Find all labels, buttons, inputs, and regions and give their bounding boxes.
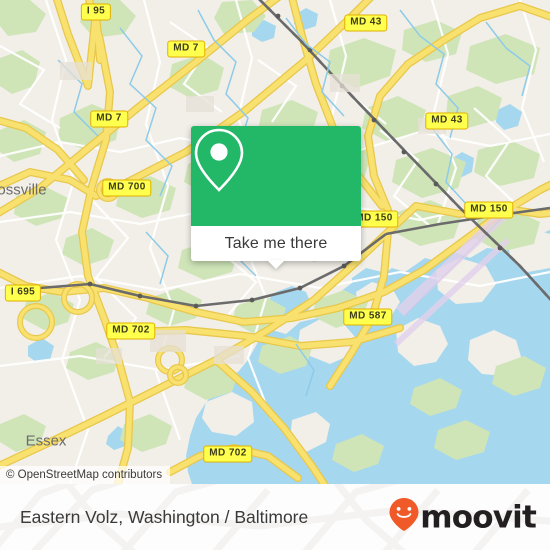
route-shield: MD 702	[203, 445, 253, 463]
popup-card-tail	[267, 260, 285, 269]
osm-attribution-text: © OpenStreetMap contributors	[6, 469, 163, 481]
place-label: Essex	[25, 432, 67, 450]
route-shield: MD 43	[425, 112, 469, 130]
route-shield: MD 7	[90, 110, 128, 128]
popup-card-footer[interactable]: Take me there	[191, 226, 361, 269]
popup-card-header	[191, 126, 361, 226]
route-shield: MD 587	[343, 308, 393, 326]
place-label: ossville	[0, 181, 47, 199]
page-title: Eastern Volz, Washington / Baltimore	[20, 506, 309, 527]
route-shield: MD 7	[167, 40, 205, 58]
take-me-there-button[interactable]: Take me there	[225, 235, 328, 253]
route-shield: I 695	[4, 284, 42, 302]
route-shield: MD 150	[464, 201, 514, 219]
route-shield: MD 700	[102, 179, 152, 197]
route-shield: I 95	[80, 3, 112, 21]
moovit-smiley-pin-icon	[389, 498, 419, 537]
route-shield: MD 43	[344, 14, 388, 32]
station-popup-card[interactable]: Take me there	[191, 126, 361, 269]
route-shield: MD 702	[106, 322, 156, 340]
moovit-wordmark: moovit	[420, 499, 537, 535]
footer-bar: Eastern Volz, Washington / Baltimore moo…	[0, 484, 550, 550]
moovit-logo[interactable]: moovit	[389, 498, 537, 537]
moovit-station-map-screen: I 95 MD 7 MD 43 MD 7 MD 43 MD 700 MD 150 MD 150…	[0, 0, 550, 550]
osm-attribution[interactable]: © OpenStreetMap contributors	[0, 466, 171, 484]
map-canvas[interactable]: I 95 MD 7 MD 43 MD 7 MD 43 MD 700 MD 150 MD 150…	[0, 0, 550, 484]
